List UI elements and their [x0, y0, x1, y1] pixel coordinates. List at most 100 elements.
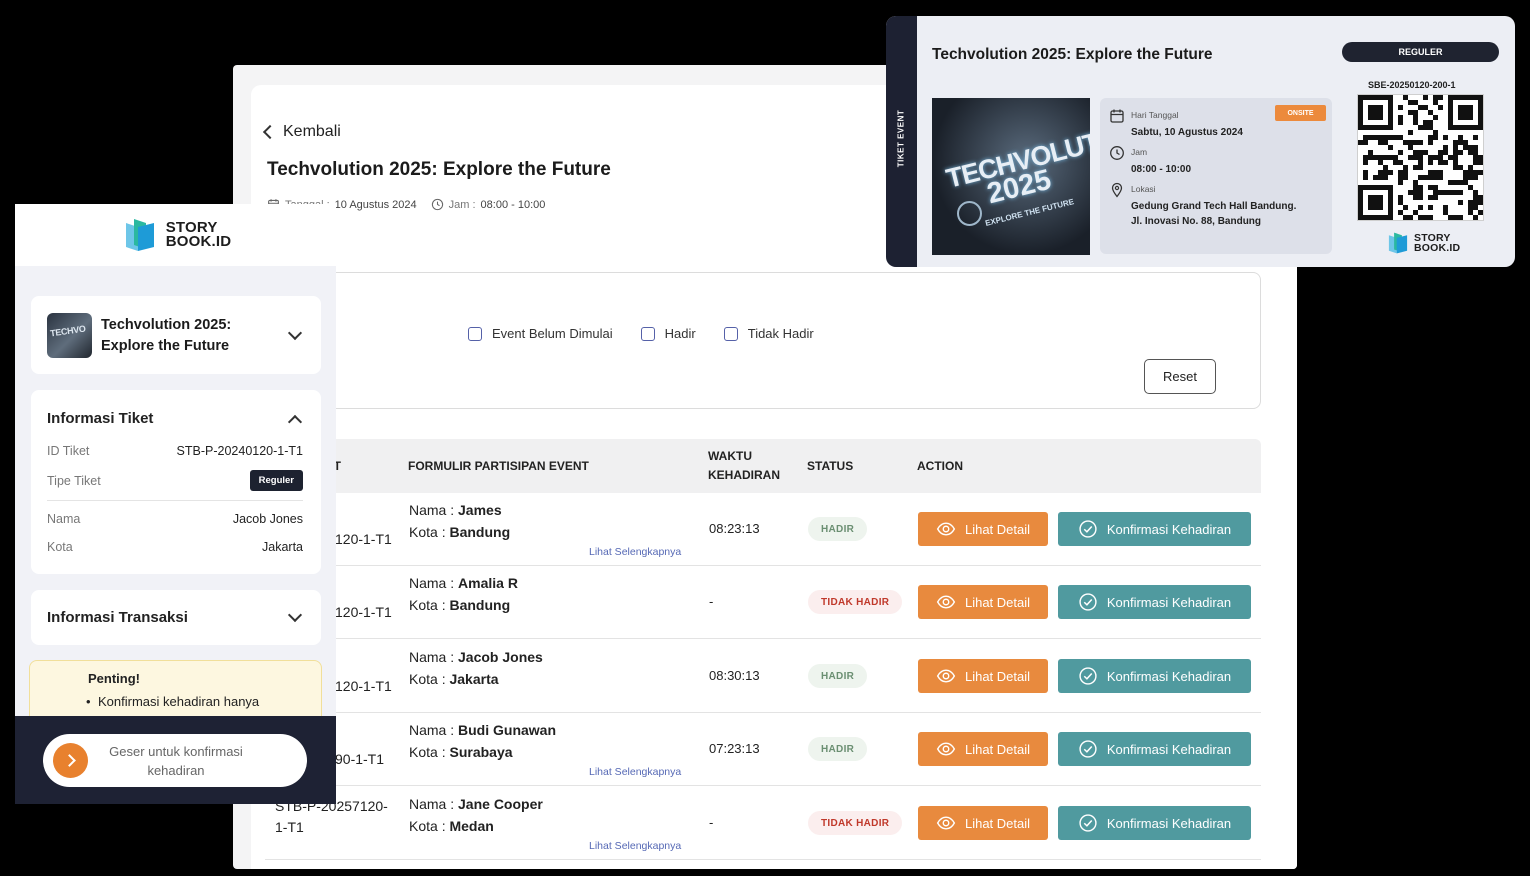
swipe-bar: Geser untuk konfirmasi kehadiran	[15, 716, 336, 804]
ticket-side-strip: TIKET EVENT	[886, 16, 917, 267]
checkbox[interactable]	[723, 326, 738, 341]
event-title-line: Techvolution 2025:	[101, 317, 232, 333]
check-circle-icon	[1079, 667, 1097, 685]
chevron-left-icon	[262, 124, 278, 140]
attendance-time-cell: 07:23:13	[709, 741, 760, 756]
column-header-time: WAKTU KEHADIRAN	[708, 449, 780, 482]
table-row: 90-1-T1 Nama : Budi Gunawan Kota : Surabay…	[265, 713, 1261, 786]
ticket-storybook-logo: STORY BOOK.ID	[1385, 231, 1460, 255]
check-circle-icon	[1079, 520, 1097, 538]
ticket-type-row: Tipe Tiket Reguler	[47, 470, 303, 491]
check-circle-icon	[1079, 814, 1097, 832]
participant-form-cell: Nama : Amalia R Kota : Bandung	[409, 572, 518, 616]
ticket-time-label: Jam	[1131, 147, 1148, 157]
filter-option-label: Event Belum Dimulai	[492, 326, 613, 341]
storybook-logo: STORY BOOK.ID	[1414, 233, 1461, 254]
confirm-attendance-button[interactable]: Konfirmasi Kehadiran	[1058, 806, 1251, 840]
ticket-location-label: Lokasi	[1131, 184, 1156, 194]
status-badge: HADIR	[808, 664, 868, 688]
transaction-info-title: Informasi Transaksi	[47, 609, 188, 626]
ticket-info-title: Informasi Tiket	[47, 410, 154, 427]
logo-line: BOOK.ID	[1414, 242, 1461, 254]
participant-form-cell: Nama : Budi Gunawan Kota : Surabaya	[409, 719, 556, 763]
location-line: Gedung Grand Tech Hall Bandung.	[1131, 201, 1297, 212]
chevron-down-icon[interactable]	[287, 325, 303, 341]
confirm-attendance-label: Konfirmasi Kehadiran	[1106, 521, 1232, 537]
attendance-time-cell: -	[709, 815, 714, 830]
ticket-time-value: 08:00 - 10:00	[1131, 164, 1192, 175]
ticket-type-badge: Reguler	[249, 470, 303, 491]
name-value: Budi Gunawan	[458, 722, 557, 738]
filter-option-event-belum-dimulai[interactable]: Event Belum Dimulai	[468, 326, 613, 341]
checkbox[interactable]	[640, 326, 655, 341]
storybook-logo-icon	[125, 219, 154, 251]
clock-icon	[431, 198, 443, 211]
qr-code-graphic	[1358, 95, 1483, 220]
swipe-label: Geser untuk konfirmasi kehadiran	[98, 742, 254, 780]
participant-name: Nama : Jane Cooper	[409, 793, 543, 815]
table-row: 120-1-T1 Nama : Amalia R Kota : Bandung - TI…	[265, 566, 1261, 639]
ticket-id-value: STB-P-20240120-1-T1	[176, 444, 303, 458]
participant-form-cell: Nama : Jane Cooper Kota : Medan	[409, 793, 543, 837]
view-detail-button[interactable]: Lihat Detail	[918, 659, 1048, 693]
event-selector[interactable]: TECHVO Techvolution 2025: Explore the Fu…	[31, 296, 321, 374]
swipe-handle[interactable]	[53, 743, 88, 778]
view-detail-button[interactable]: Lihat Detail	[918, 806, 1048, 840]
ticket-side-label: TIKET EVENT	[896, 109, 906, 168]
ticket-info-card: Informasi Tiket ID Tiket STB-P-20240120-…	[31, 390, 321, 574]
back-link[interactable]: Kembali	[262, 123, 341, 141]
back-label: Kembali	[283, 123, 341, 140]
chevron-down-icon[interactable]	[287, 607, 303, 623]
see-more-link[interactable]: Lihat Selengkapnya	[589, 766, 681, 778]
status-badge: TIDAK HADIR	[808, 590, 903, 614]
table-row: 120-1-T1 Nama : James Kota : Bandung Lihat …	[265, 493, 1261, 566]
confirm-attendance-button[interactable]: Konfirmasi Kehadiran	[1058, 585, 1251, 619]
swipe-to-confirm-slider[interactable]: Geser untuk konfirmasi kehadiran	[43, 734, 307, 787]
filter-option-tidak-hadir[interactable]: Tidak Hadir	[723, 326, 814, 341]
participant-name: Nama : Jacob Jones	[409, 646, 543, 668]
name-label: Nama :	[409, 502, 455, 518]
participant-city: Kota : Bandung	[409, 594, 518, 616]
city-label: Kota :	[409, 744, 446, 760]
participant-city: Kota : Jakarta	[409, 668, 543, 690]
see-more-link[interactable]: Lihat Selengkapnya	[589, 546, 681, 558]
name-label: Nama :	[409, 649, 455, 665]
name-value: James	[458, 502, 502, 518]
eye-icon	[936, 522, 956, 536]
attendance-time-cell: 08:30:13	[709, 668, 760, 683]
participant-city: Kota : Surabaya	[409, 741, 556, 763]
confirm-attendance-button[interactable]: Konfirmasi Kehadiran	[1058, 659, 1251, 693]
confirm-attendance-button[interactable]: Konfirmasi Kehadiran	[1058, 512, 1251, 546]
participant-name: Nama : Budi Gunawan	[409, 719, 556, 741]
view-detail-button[interactable]: Lihat Detail	[918, 732, 1048, 766]
location-pin-icon	[1111, 182, 1123, 198]
event-title-line: Explore the Future	[101, 338, 230, 354]
confirm-attendance-button[interactable]: Konfirmasi Kehadiran	[1058, 732, 1251, 766]
checkbox[interactable]	[468, 326, 482, 341]
city-row: Kota Jakarta	[47, 540, 303, 554]
ticket-id-row: ID Tiket STB-P-20240120-1-T1	[47, 444, 303, 458]
qr-code	[1357, 94, 1484, 221]
filter-option-hadir[interactable]: Hadir	[640, 326, 696, 341]
status-filter-options: Event Belum Dimulai Hadir Tidak Hadir	[468, 326, 814, 341]
filter-option-label: Tidak Hadir	[747, 326, 814, 341]
view-detail-button[interactable]: Lihat Detail	[918, 512, 1048, 546]
transaction-info-card[interactable]: Informasi Transaksi	[31, 590, 321, 645]
participant-form-cell: Nama : James Kota : Bandung	[409, 499, 510, 543]
reset-button[interactable]: Reset	[1144, 359, 1216, 394]
confirm-attendance-label: Konfirmasi Kehadiran	[1106, 741, 1232, 757]
view-detail-button[interactable]: Lihat Detail	[918, 585, 1048, 619]
onsite-badge: ONSITE	[1275, 105, 1326, 121]
ticket-title: Techvolution 2025: Explore the Future	[932, 46, 1213, 63]
location-line: Jl. Inovasi No. 88, Bandung	[1131, 216, 1262, 227]
eye-icon	[936, 816, 956, 830]
status-badge: TIDAK HADIR	[808, 811, 903, 835]
city-value: Jakarta	[262, 540, 303, 554]
city-value: Bandung	[449, 597, 511, 613]
chevron-up-icon[interactable]	[287, 414, 303, 430]
status-badge: HADIR	[808, 737, 868, 761]
view-detail-label: Lihat Detail	[964, 741, 1031, 757]
see-more-link[interactable]: Lihat Selengkapnya	[589, 840, 681, 852]
event-poster: TECHVOLUTION 2025 EXPLORE THE FUTURE	[932, 98, 1090, 255]
attendance-time-cell: 08:23:13	[709, 521, 760, 536]
